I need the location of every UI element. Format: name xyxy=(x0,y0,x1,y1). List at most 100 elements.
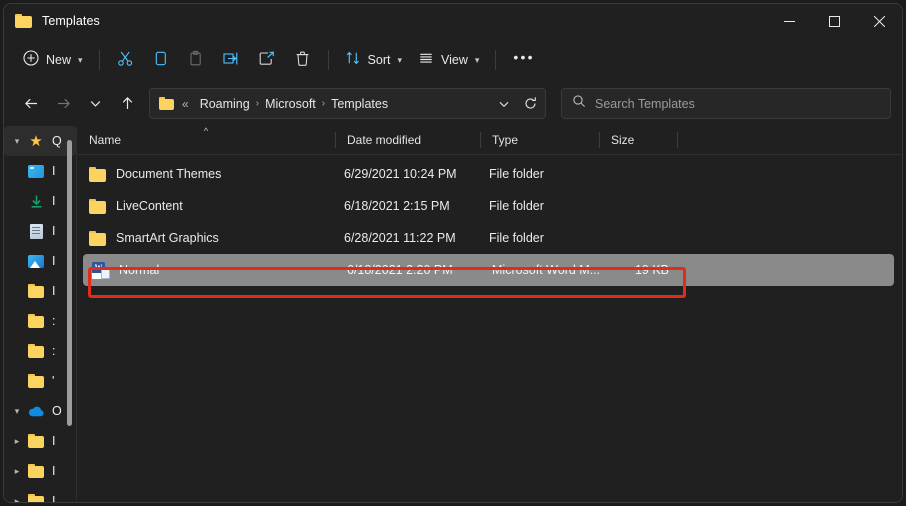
column-header-label: Size xyxy=(611,133,634,147)
desktop-icon xyxy=(26,165,46,178)
close-icon[interactable] xyxy=(857,4,902,38)
back-button[interactable] xyxy=(15,89,47,119)
delete-button[interactable] xyxy=(285,45,320,75)
navigation-pane: ▾ ★ Q I I xyxy=(4,126,77,502)
star-icon: ★ xyxy=(26,134,46,149)
column-headers: ^ Name Date modified Type Size xyxy=(77,126,902,155)
copy-icon xyxy=(152,50,169,70)
table-row-selected[interactable]: W Normal 6/18/2021 2:20 PM Microsoft Wor… xyxy=(83,254,894,286)
maximize-icon[interactable] xyxy=(812,4,857,38)
address-dropdown-button[interactable] xyxy=(491,90,517,117)
sidebar-item-label: : xyxy=(52,314,55,328)
column-header-name[interactable]: ^ Name xyxy=(77,126,335,154)
cell-name: LiveContent xyxy=(80,199,335,214)
file-name: LiveContent xyxy=(116,199,183,213)
window-title: Templates xyxy=(42,14,100,28)
column-header-date-modified[interactable]: Date modified xyxy=(335,126,480,154)
copy-button[interactable] xyxy=(143,45,178,75)
breadcrumb-item-templates[interactable]: Templates xyxy=(326,95,393,113)
rename-button[interactable] xyxy=(213,45,249,75)
sidebar-item-documents[interactable]: I xyxy=(4,216,76,246)
column-header-size[interactable]: Size xyxy=(599,126,677,154)
sidebar-item-pictures[interactable]: I xyxy=(4,246,76,276)
new-button[interactable]: New ▾ xyxy=(15,45,91,75)
main-content: ▾ ★ Q I I xyxy=(4,126,902,502)
sidebar-item-folder-1[interactable]: I xyxy=(4,276,76,306)
chevron-down-icon[interactable]: ▾ xyxy=(8,137,26,146)
sidebar-item-label: I xyxy=(52,434,55,448)
sort-label: Sort xyxy=(368,53,391,67)
table-row[interactable]: Document Themes 6/29/2021 10:24 PM File … xyxy=(80,158,896,190)
folder-icon xyxy=(26,314,46,328)
chevron-down-icon: ▾ xyxy=(397,56,402,65)
new-label: New xyxy=(46,53,71,67)
sidebar-item-onedrive-folder-1[interactable]: ▸ I xyxy=(4,426,76,456)
sort-button[interactable]: Sort ▾ xyxy=(337,45,410,75)
breadcrumb-overflow[interactable]: « xyxy=(182,97,189,111)
cut-button[interactable] xyxy=(108,45,143,75)
sidebar-item-label: ' xyxy=(52,374,54,388)
cell-type: File folder xyxy=(480,167,599,181)
folder-icon xyxy=(26,494,46,502)
view-button[interactable]: View ▾ xyxy=(410,45,487,75)
chevron-right-icon[interactable]: ▸ xyxy=(8,437,26,446)
file-name: SmartArt Graphics xyxy=(116,231,219,245)
recent-locations-button[interactable] xyxy=(79,89,111,119)
sidebar-item-quick-access[interactable]: ▾ ★ Q xyxy=(4,126,76,156)
sidebar-item-downloads[interactable]: I xyxy=(4,186,76,216)
chevron-down-icon[interactable]: ▾ xyxy=(8,407,26,416)
breadcrumb-item-microsoft[interactable]: Microsoft xyxy=(260,95,321,113)
folder-icon xyxy=(26,374,46,388)
sidebar-item-folder-4[interactable]: ' xyxy=(4,366,76,396)
sidebar-item-folder-2[interactable]: : xyxy=(4,306,76,336)
file-name: Normal xyxy=(119,263,159,277)
download-icon xyxy=(26,194,46,209)
table-row[interactable]: SmartArt Graphics 6/28/2021 11:22 PM Fil… xyxy=(80,222,896,254)
column-header-label: Date modified xyxy=(347,133,421,147)
cloud-icon xyxy=(26,405,46,418)
sidebar-item-onedrive-folder-3[interactable]: ▸ I xyxy=(4,486,76,502)
search-icon xyxy=(572,94,586,113)
sidebar-scrollbar[interactable] xyxy=(67,140,72,426)
folder-icon xyxy=(159,97,175,110)
sidebar-item-label: : xyxy=(52,344,55,358)
search-input[interactable]: Search Templates xyxy=(595,97,695,111)
sidebar-item-folder-3[interactable]: : xyxy=(4,336,76,366)
folder-icon xyxy=(26,284,46,298)
up-button[interactable] xyxy=(111,89,143,119)
file-explorer-window: Templates New ▾ xyxy=(3,3,903,503)
plus-circle-icon xyxy=(23,50,39,69)
cell-type: File folder xyxy=(480,231,599,245)
search-box[interactable]: Search Templates xyxy=(561,88,891,119)
cell-name: SmartArt Graphics xyxy=(80,231,335,246)
file-rows: Document Themes 6/29/2021 10:24 PM File … xyxy=(77,155,902,502)
minimize-icon[interactable] xyxy=(767,4,812,38)
cell-size: 19 KB xyxy=(602,263,677,277)
table-row[interactable]: LiveContent 6/18/2021 2:15 PM File folde… xyxy=(80,190,896,222)
refresh-button[interactable] xyxy=(517,90,543,117)
share-icon xyxy=(258,50,276,70)
sidebar-item-onedrive[interactable]: ▾ O xyxy=(4,396,76,426)
sidebar-item-onedrive-folder-2[interactable]: ▸ I xyxy=(4,456,76,486)
view-label: View xyxy=(441,53,468,67)
column-header-type[interactable]: Type xyxy=(480,126,599,154)
chevron-right-icon[interactable]: ▸ xyxy=(8,497,26,503)
chevron-down-icon: ▾ xyxy=(78,56,83,65)
breadcrumb-item-roaming[interactable]: Roaming xyxy=(195,95,255,113)
more-options-button[interactable]: ••• xyxy=(504,45,543,75)
address-bar[interactable]: « Roaming › Microsoft › Templates xyxy=(149,88,546,119)
rename-icon xyxy=(222,50,240,70)
forward-button[interactable] xyxy=(47,89,79,119)
command-bar: New ▾ xyxy=(4,38,902,81)
toolbar-separator xyxy=(328,50,329,70)
sidebar-item-desktop[interactable]: I xyxy=(4,156,76,186)
cell-type: Microsoft Word M... xyxy=(483,263,602,277)
cell-date-modified: 6/28/2021 11:22 PM xyxy=(335,231,480,245)
paste-button[interactable] xyxy=(178,45,213,75)
pictures-icon xyxy=(26,255,46,268)
column-header-label: Name xyxy=(89,133,121,147)
sort-ascending-icon: ^ xyxy=(204,127,208,136)
cell-date-modified: 6/18/2021 2:20 PM xyxy=(338,263,483,277)
share-button[interactable] xyxy=(249,45,285,75)
chevron-right-icon[interactable]: ▸ xyxy=(8,467,26,476)
